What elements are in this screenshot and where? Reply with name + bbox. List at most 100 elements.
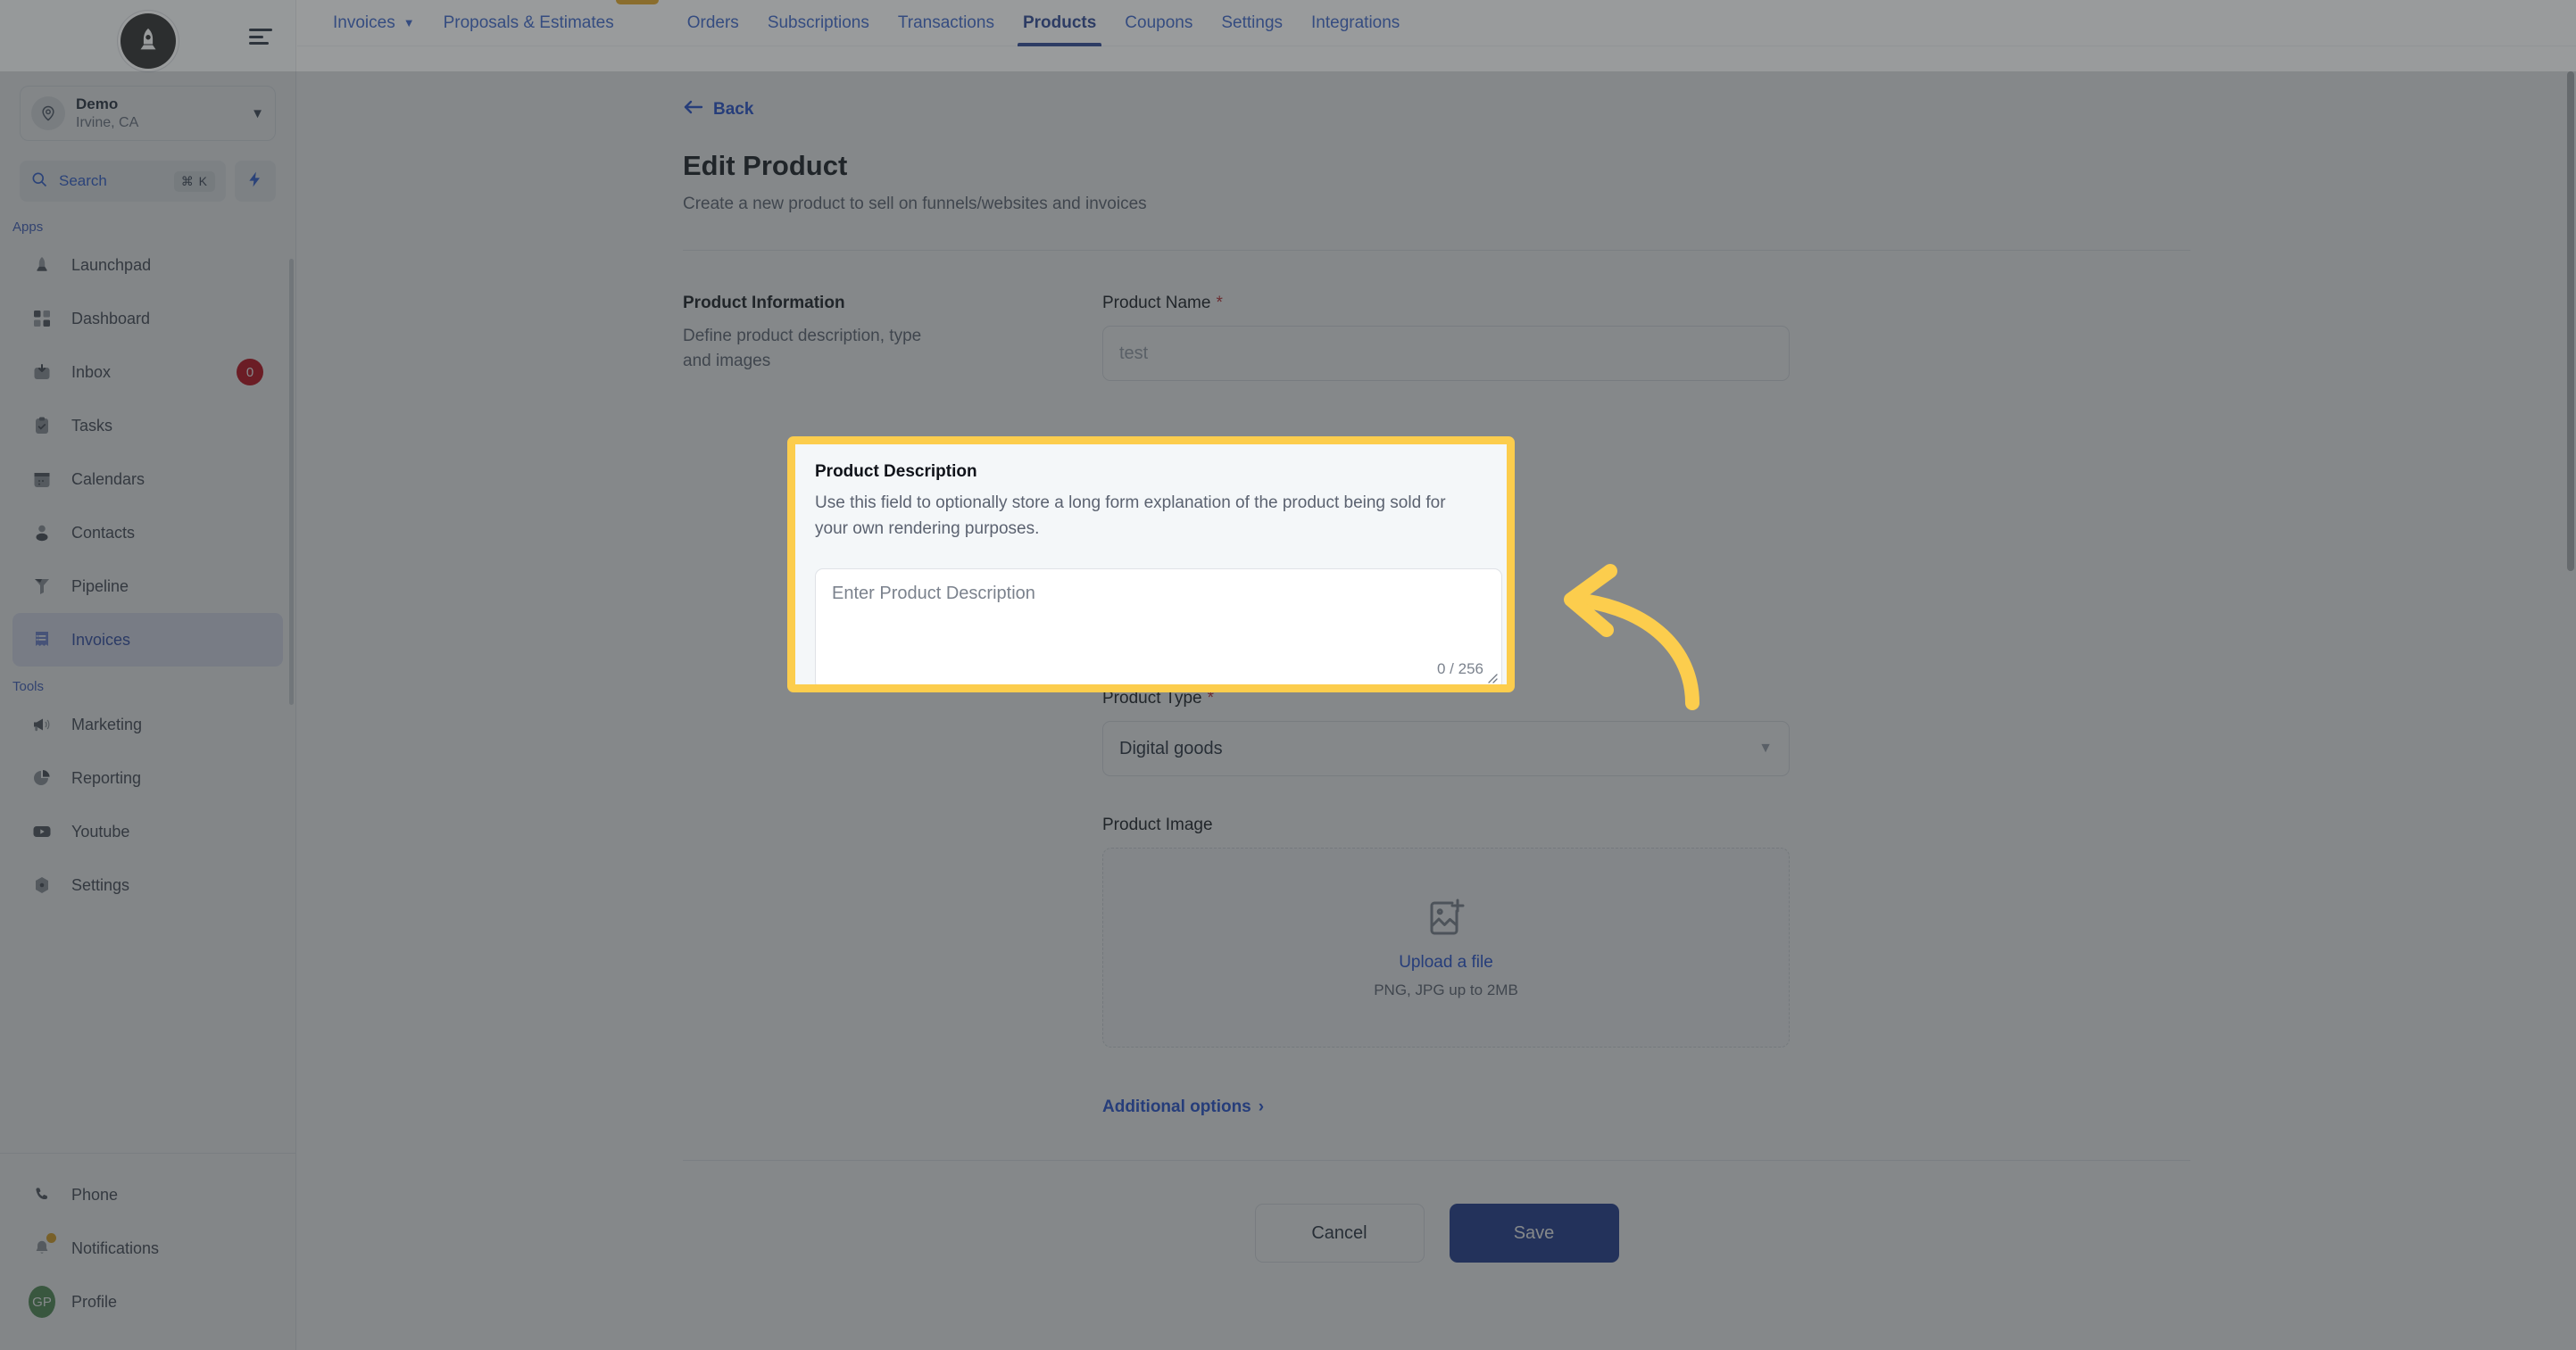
tab-label: Integrations bbox=[1311, 12, 1400, 32]
tab-label: Products bbox=[1022, 12, 1097, 32]
back-label: Back bbox=[713, 100, 754, 119]
additional-options-link[interactable]: Additional options › bbox=[1102, 1097, 1264, 1117]
search-label: Search bbox=[59, 172, 107, 189]
chevron-down-icon: ▼ bbox=[1758, 741, 1773, 756]
sidebar-item-inbox[interactable]: Inbox 0 bbox=[12, 345, 283, 399]
sidebar-item-label: Profile bbox=[71, 1292, 118, 1311]
page-content: Back Edit Product Create a new product t… bbox=[297, 46, 2576, 1350]
tab-label: Proposals & Estimates bbox=[443, 12, 614, 32]
search-icon bbox=[30, 170, 48, 193]
product-description-counter: 0 / 256 bbox=[1437, 660, 1483, 677]
arrow-left-icon bbox=[683, 98, 704, 121]
sidebar-bottom: Phone Notifications GP Profile bbox=[0, 1153, 295, 1350]
product-image-field-group: Product Image Upload a file PNG, JPG up … bbox=[1102, 816, 1790, 1048]
tab-proposals-estimates[interactable]: Proposals & Estimates New bbox=[429, 0, 673, 46]
sidebar-nav: Apps Launchpad Dashboard Inbox 0 Tasks C… bbox=[0, 202, 295, 1153]
sidebar-item-dashboard[interactable]: Dashboard bbox=[12, 292, 283, 345]
sidebar-item-label: Reporting bbox=[71, 768, 142, 787]
rocket-logo-icon bbox=[140, 28, 155, 50]
save-button[interactable]: Save bbox=[1449, 1204, 1619, 1263]
tab-integrations[interactable]: Integrations bbox=[1297, 0, 1414, 46]
tab-label: Transactions bbox=[897, 12, 994, 32]
sidebar-item-label: Dashboard bbox=[71, 309, 151, 327]
sidebar-item-invoices[interactable]: Invoices bbox=[12, 613, 283, 667]
sidebar: Demo Irvine, CA ▼ Search ⌘ K Apps Launch… bbox=[0, 0, 296, 1350]
product-description-help: Use this field to optionally store a lon… bbox=[815, 493, 1446, 538]
avatar-icon: GP bbox=[29, 1286, 55, 1318]
chevron-down-icon[interactable]: ▼ bbox=[251, 106, 264, 121]
user-icon bbox=[29, 519, 55, 546]
sidebar-item-launchpad[interactable]: Launchpad bbox=[12, 238, 283, 292]
sidebar-item-tasks[interactable]: Tasks bbox=[12, 399, 283, 452]
page-title: Edit Product bbox=[683, 150, 848, 181]
sidebar-item-label: Settings bbox=[71, 875, 130, 894]
section-title: Product Information bbox=[683, 294, 845, 312]
product-description-highlight: Product Description Use this field to op… bbox=[787, 436, 1515, 692]
location-text: Demo Irvine, CA bbox=[76, 95, 251, 131]
tab-label: Orders bbox=[686, 12, 739, 32]
clipboard-check-icon bbox=[29, 412, 55, 439]
tab-settings[interactable]: Settings bbox=[1207, 0, 1297, 46]
hamburger-line bbox=[249, 29, 272, 31]
cancel-button[interactable]: Cancel bbox=[1254, 1204, 1425, 1263]
app-root: Demo Irvine, CA ▼ Search ⌘ K Apps Launch… bbox=[0, 0, 2576, 1350]
sidebar-item-label: Pipeline bbox=[71, 576, 129, 595]
product-description-card: Product Description Use this field to op… bbox=[795, 444, 1507, 684]
tab-transactions[interactable]: Transactions bbox=[884, 0, 1009, 46]
sidebar-item-notifications[interactable]: Notifications bbox=[12, 1222, 283, 1275]
tab-coupons[interactable]: Coupons bbox=[1110, 0, 1207, 46]
avatar-initials: GP bbox=[29, 1286, 55, 1318]
hamburger-line bbox=[249, 42, 269, 45]
additional-options-label: Additional options bbox=[1102, 1097, 1251, 1116]
sidebar-item-label: Notifications bbox=[71, 1238, 160, 1257]
tab-products[interactable]: Products bbox=[1009, 0, 1110, 46]
textarea-resize-handle[interactable] bbox=[1485, 671, 1498, 684]
upload-a-file-link[interactable]: Upload a file bbox=[1399, 953, 1493, 973]
sidebar-item-pipeline[interactable]: Pipeline bbox=[12, 559, 283, 613]
tab-label: Subscriptions bbox=[767, 12, 869, 32]
product-type-value: Digital goods bbox=[1119, 738, 1223, 758]
location-switcher[interactable]: Demo Irvine, CA ▼ bbox=[20, 86, 276, 141]
grid-icon bbox=[29, 305, 55, 332]
sidebar-logo-row bbox=[0, 0, 295, 82]
location-sub: Irvine, CA bbox=[76, 114, 139, 130]
inbox-badge: 0 bbox=[237, 359, 263, 385]
sidebar-item-phone[interactable]: Phone bbox=[12, 1168, 283, 1222]
tab-orders[interactable]: Orders bbox=[673, 0, 753, 46]
phone-icon bbox=[29, 1181, 55, 1208]
sidebar-item-label: Launchpad bbox=[71, 255, 152, 274]
sidebar-item-label: Calendars bbox=[71, 469, 145, 488]
tab-subscriptions[interactable]: Subscriptions bbox=[753, 0, 884, 46]
sidebar-item-label: Contacts bbox=[71, 523, 136, 542]
product-name-value: test bbox=[1119, 343, 1149, 363]
product-name-input[interactable]: test bbox=[1102, 326, 1790, 381]
pie-chart-icon bbox=[29, 765, 55, 791]
rocket-icon bbox=[29, 252, 55, 278]
sidebar-item-calendars[interactable]: Calendars bbox=[12, 452, 283, 506]
sidebar-item-marketing[interactable]: Marketing bbox=[12, 698, 283, 751]
product-description-label: Product Description bbox=[815, 462, 977, 481]
back-button[interactable]: Back bbox=[683, 98, 753, 121]
quick-action-button[interactable] bbox=[235, 161, 276, 202]
sidebar-collapse-button[interactable] bbox=[249, 25, 279, 48]
megaphone-icon bbox=[29, 711, 55, 738]
tab-invoices[interactable]: Invoices ▼ bbox=[319, 0, 429, 46]
sidebar-item-label: Invoices bbox=[71, 630, 131, 649]
page-scrollbar-thumb[interactable] bbox=[2567, 71, 2574, 571]
sidebar-item-label: Inbox bbox=[71, 362, 112, 381]
app-logo[interactable] bbox=[120, 13, 176, 69]
product-image-dropzone[interactable]: Upload a file PNG, JPG up to 2MB bbox=[1102, 848, 1790, 1048]
sidebar-item-label: Marketing bbox=[71, 715, 143, 733]
product-description-textarea[interactable]: Enter Product Description 0 / 256 bbox=[815, 568, 1502, 684]
sidebar-item-contacts[interactable]: Contacts bbox=[12, 506, 283, 559]
product-type-select[interactable]: Digital goods ▼ bbox=[1102, 721, 1790, 776]
sidebar-item-reporting[interactable]: Reporting bbox=[12, 751, 283, 805]
search-input[interactable]: Search ⌘ K bbox=[20, 161, 226, 202]
sidebar-item-youtube[interactable]: Youtube bbox=[12, 805, 283, 858]
sidebar-scrollbar-thumb[interactable] bbox=[289, 259, 294, 705]
hamburger-line bbox=[249, 35, 263, 38]
new-badge: New bbox=[615, 0, 659, 4]
sidebar-item-settings[interactable]: Settings bbox=[12, 858, 283, 912]
sidebar-item-profile[interactable]: GP Profile bbox=[12, 1275, 283, 1329]
gear-icon bbox=[29, 872, 55, 899]
